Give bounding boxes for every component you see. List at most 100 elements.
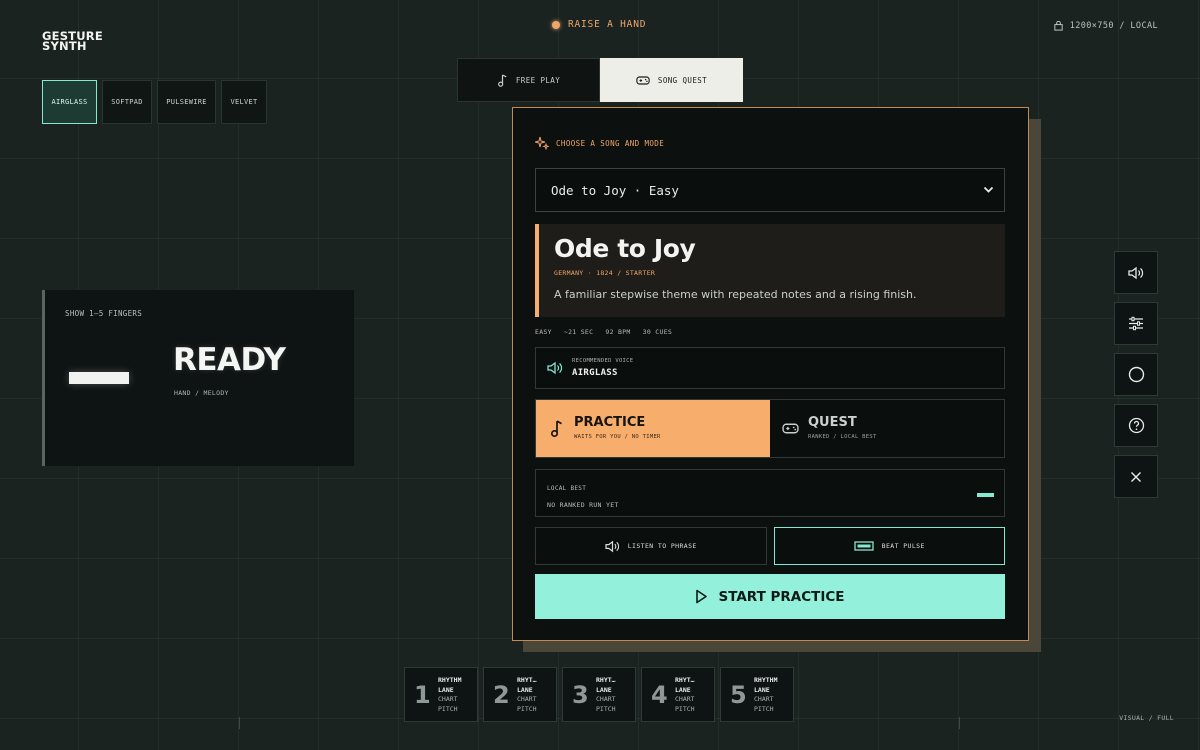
mode-practice-button[interactable]: PRACTICE WAITS FOR YOU / NO TIMER (536, 400, 770, 457)
song-meta: GERMANY · 1824 / STARTER (554, 269, 656, 277)
lane-line-4: PITCH (754, 704, 774, 713)
song-stats: EASY ~21 SEC 92 BPM 30 CUES (535, 328, 672, 336)
tab-free-play[interactable]: FREE PLAY (457, 58, 600, 102)
gamepad-icon (636, 75, 650, 85)
record-button[interactable] (1114, 353, 1158, 396)
play-icon (696, 589, 708, 604)
brand-logo: GESTURE SYNTH (42, 30, 103, 52)
recommended-voice: RECOMMENDED VOICE AIRGLASS (535, 347, 1005, 389)
resolution-label: 1200×750 / LOCAL (1069, 20, 1158, 31)
ready-subtitle: HAND / MELODY (174, 389, 229, 397)
listen-to-phrase-button[interactable]: LISTEN TO PHRASE (535, 527, 767, 565)
voice-tab-pulsewire[interactable]: PULSEWIRE (157, 80, 216, 124)
lane-line-3: CHART (754, 695, 774, 703)
lock-icon (1054, 20, 1063, 31)
resolution-indicator: 1200×750 / LOCAL (1053, 20, 1158, 31)
stat-cues: 30 CUES (642, 328, 673, 336)
music-note-icon (550, 420, 562, 438)
mode-tabs: FREE PLAY SONG QUEST (457, 58, 743, 102)
tool-rail (1114, 251, 1158, 498)
lane-title: RHYTHM (754, 676, 778, 684)
circle-icon (1128, 366, 1144, 383)
mode-practice-subtitle: WAITS FOR YOU / NO TIMER (574, 434, 661, 440)
local-best-indicator (977, 493, 994, 497)
lane-title: RHYTHM (438, 676, 462, 684)
stat-bpm: 92 BPM (605, 328, 631, 336)
lane-5[interactable]: 5 RHYTHM LANE CHART PITCH (720, 667, 794, 722)
local-best-label: LOCAL BEST (547, 485, 587, 492)
lane-line-3: CHART (517, 695, 537, 703)
lane-line-3: CHART (675, 695, 695, 703)
local-best-value: NO RANKED RUN YET (547, 501, 619, 509)
lane-selector: 1 RHYTHM LANE CHART PITCH 2 RHYT… LANE C… (404, 667, 794, 722)
song-quest-panel: CHOOSE A SONG AND MODE Ode to Joy · Easy… (512, 107, 1029, 641)
mode-quest-subtitle: RANKED / LOCAL BEST (808, 434, 877, 440)
gesture-hint: SHOW 1–5 FINGERS (65, 309, 143, 318)
sparkle-icon (535, 136, 549, 150)
lane-number: 5 (730, 681, 747, 709)
lane-title: RHYT… (596, 676, 616, 684)
sliders-icon (1129, 316, 1143, 331)
lane-line-2: LANE (596, 685, 612, 694)
status-indicator: RAISE A HAND (552, 19, 646, 30)
lane-3[interactable]: 3 RHYT… LANE CHART PITCH (562, 667, 636, 722)
lane-line-3: CHART (438, 695, 458, 703)
lane-line-2: LANE (754, 685, 770, 694)
lane-line-3: CHART (596, 695, 616, 703)
ready-title: READY (173, 342, 286, 378)
lane-line-4: PITCH (438, 704, 458, 713)
song-title: Ode to Joy (554, 234, 696, 263)
voice-tab-airglass[interactable]: AIRGLASS (42, 80, 97, 124)
close-icon (1131, 471, 1141, 482)
start-practice-label: START PRACTICE (718, 588, 845, 605)
start-practice-button[interactable]: START PRACTICE (535, 574, 1005, 619)
volume-button[interactable] (1114, 251, 1158, 294)
speaker-icon (605, 540, 619, 552)
mode-quest-button[interactable]: QUEST RANKED / LOCAL BEST (770, 400, 1004, 457)
beat-pulse-icon (854, 541, 874, 551)
speaker-icon (1128, 266, 1144, 279)
status-label: RAISE A HAND (568, 19, 647, 30)
lane-number: 2 (493, 681, 510, 709)
timeline-tick (959, 717, 960, 729)
song-select[interactable]: Ode to Joy · Easy (535, 168, 1005, 212)
lane-2[interactable]: 2 RHYT… LANE CHART PITCH (483, 667, 557, 722)
visual-mode-label: VISUAL / FULL (1119, 714, 1174, 722)
help-button[interactable] (1114, 404, 1158, 447)
timeline-tick (239, 717, 240, 729)
recommended-voice-value: AIRGLASS (572, 368, 618, 378)
stat-difficulty: EASY (535, 328, 552, 336)
voice-tab-velvet[interactable]: VELVET (221, 80, 267, 124)
beat-pulse-label: BEAT PULSE (881, 542, 925, 550)
finger-count-bar (69, 372, 129, 384)
speaker-icon (547, 361, 563, 375)
lane-line-4: PITCH (596, 704, 616, 713)
recommended-voice-label: RECOMMENDED VOICE (572, 358, 634, 364)
tab-song-quest-label: SONG QUEST (657, 75, 708, 85)
beat-pulse-button[interactable]: BEAT PULSE (773, 527, 1005, 565)
song-info-card: Ode to Joy GERMANY · 1824 / STARTER A fa… (535, 224, 1005, 317)
gamepad-icon (782, 423, 799, 434)
tab-song-quest[interactable]: SONG QUEST (600, 58, 743, 102)
close-button[interactable] (1114, 455, 1158, 498)
choose-heading: CHOOSE A SONG AND MODE (535, 136, 664, 150)
lane-4[interactable]: 4 RHYT… LANE CHART PITCH (641, 667, 715, 722)
lane-1[interactable]: 1 RHYTHM LANE CHART PITCH (404, 667, 478, 722)
lane-number: 1 (414, 681, 431, 709)
choose-label: CHOOSE A SONG AND MODE (556, 138, 665, 148)
voice-tab-softpad[interactable]: SOFTPAD (102, 80, 152, 124)
music-note-icon (497, 73, 507, 87)
voice-selector: AIRGLASS SOFTPAD PULSEWIRE VELVET (42, 80, 267, 124)
lane-line-2: LANE (675, 685, 691, 694)
local-best-box: LOCAL BEST NO RANKED RUN YET (535, 469, 1005, 517)
secondary-actions: LISTEN TO PHRASE BEAT PULSE (535, 527, 1005, 565)
settings-button[interactable] (1114, 302, 1158, 345)
lane-number: 3 (572, 681, 589, 709)
listen-to-phrase-label: LISTEN TO PHRASE (627, 542, 697, 550)
mode-quest-title: QUEST (808, 415, 857, 430)
song-select-value: Ode to Joy · Easy (551, 182, 679, 198)
lane-line-4: PITCH (517, 704, 537, 713)
lane-line-2: LANE (517, 685, 533, 694)
gesture-status-card: SHOW 1–5 FINGERS READY HAND / MELODY (42, 290, 354, 466)
status-dot-icon (552, 20, 560, 29)
